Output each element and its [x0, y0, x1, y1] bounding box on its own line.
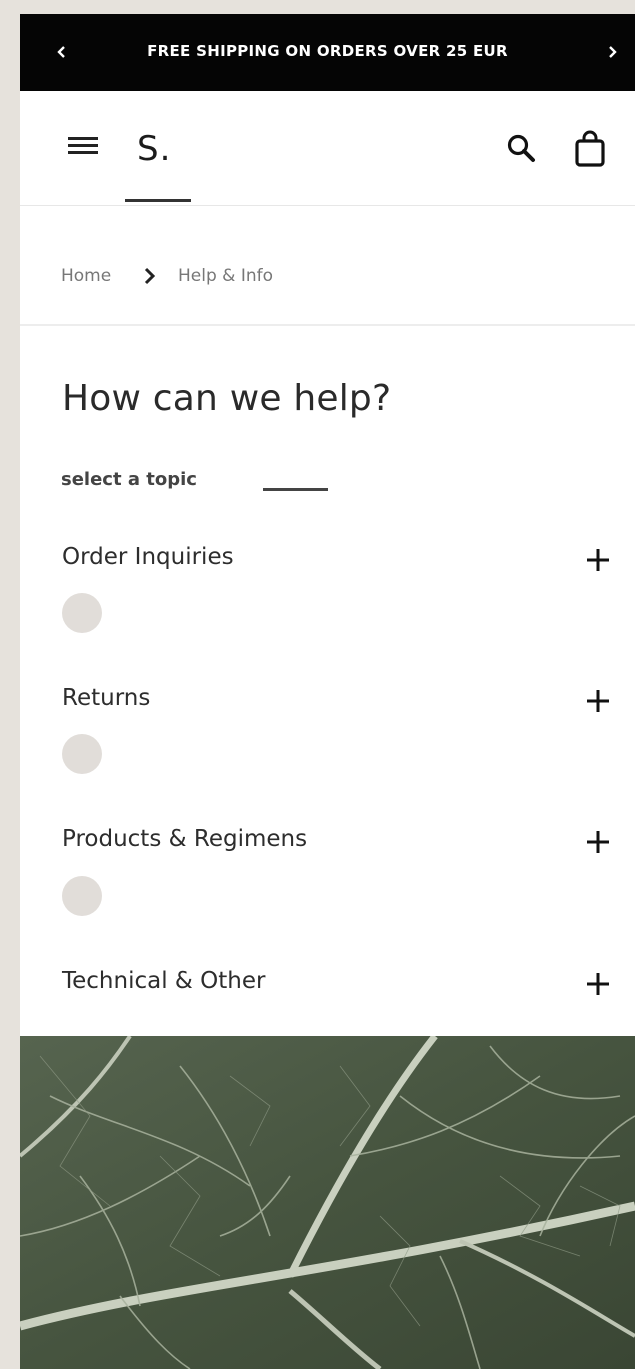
logo[interactable]: S. [137, 129, 171, 169]
promo-bar: FREE SHIPPING ON ORDERS OVER 25 EUR [20, 14, 635, 91]
topic-label: Products & Regimens [62, 826, 308, 852]
plus-icon [587, 973, 609, 995]
breadcrumb-current: Help & Info [178, 266, 273, 286]
topic-label: Order Inquiries [62, 544, 234, 570]
topic-technical-other[interactable]: Technical & Other [20, 954, 635, 1014]
topic-returns[interactable]: Returns [20, 671, 635, 731]
active-nav-indicator [125, 199, 191, 202]
leaf-hero-image [20, 1036, 635, 1369]
topic-label: Returns [62, 685, 151, 711]
breadcrumb-home-link[interactable]: Home [61, 266, 111, 286]
loading-placeholder-dot [62, 734, 102, 774]
breadcrumb: Home Help & Info [20, 206, 635, 326]
search-icon[interactable] [504, 131, 540, 167]
chevron-right-icon [609, 46, 617, 58]
loading-placeholder-dot [62, 876, 102, 916]
page-title: How can we help? [62, 378, 392, 419]
plus-icon [587, 831, 609, 853]
chevron-right-icon [144, 267, 156, 285]
hamburger-menu-icon[interactable] [66, 131, 100, 161]
topic-order-inquiries[interactable]: Order Inquiries [20, 530, 635, 590]
shopping-bag-icon[interactable] [572, 129, 608, 169]
plus-icon [587, 690, 609, 712]
topic-products-regimens[interactable]: Products & Regimens [20, 812, 635, 872]
topic-subtitle: select a topic [61, 469, 197, 490]
subtitle-divider [263, 488, 328, 491]
site-header: S. [20, 91, 635, 206]
promo-text: FREE SHIPPING ON ORDERS OVER 25 EUR [147, 42, 508, 60]
loading-placeholder-dot [62, 593, 102, 633]
app-frame: FREE SHIPPING ON ORDERS OVER 25 EUR S. H… [20, 14, 635, 1369]
topic-label: Technical & Other [62, 968, 266, 994]
promo-next-button[interactable] [592, 32, 632, 72]
plus-icon [587, 549, 609, 571]
